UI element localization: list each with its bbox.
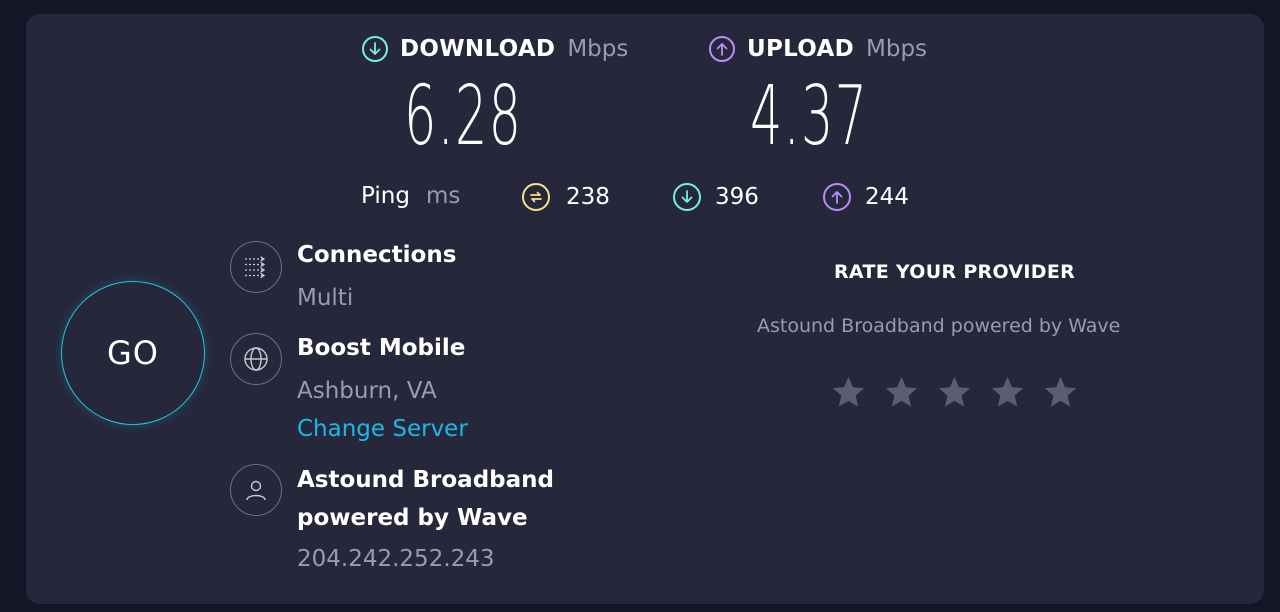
- connections-icon[interactable]: [230, 241, 282, 293]
- speedtest-panel: [26, 14, 1264, 604]
- ping-idle-value: 238: [566, 184, 610, 210]
- star-1-icon[interactable]: [830, 374, 867, 411]
- star-5-icon[interactable]: [1042, 374, 1079, 411]
- ping-label: Ping: [361, 183, 410, 209]
- change-server-link[interactable]: Change Server: [297, 416, 468, 442]
- server-name: Boost Mobile: [297, 335, 466, 361]
- upload-label: UPLOAD: [747, 36, 854, 62]
- ping-unit: ms: [425, 183, 461, 209]
- server-location: Ashburn, VA: [297, 378, 437, 404]
- provider-ip: 204.242.252.243: [297, 546, 495, 572]
- star-4-icon[interactable]: [989, 374, 1026, 411]
- ping-row: Ping ms: [361, 183, 460, 209]
- upload-arrow-icon: [709, 36, 735, 62]
- user-icon: [230, 464, 282, 516]
- provider-line1: Astound Broadband: [297, 467, 554, 493]
- ping-upload-value: 244: [865, 184, 909, 210]
- upload-header: UPLOAD Mbps: [709, 36, 927, 62]
- download-latency-icon: [673, 183, 701, 211]
- ping-download-value: 396: [715, 184, 759, 210]
- star-3-icon[interactable]: [936, 374, 973, 411]
- ping-idle: 238: [522, 183, 610, 211]
- download-header: DOWNLOAD Mbps: [362, 36, 628, 62]
- connections-value: Multi: [297, 285, 354, 311]
- star-rating: [830, 374, 1079, 411]
- download-unit: Mbps: [567, 36, 629, 62]
- provider-line2: powered by Wave: [297, 505, 528, 531]
- ping-download: 396: [673, 183, 759, 211]
- ping-upload: 244: [823, 183, 909, 211]
- download-label: DOWNLOAD: [400, 36, 556, 62]
- rate-provider-title: RATE YOUR PROVIDER: [834, 261, 1076, 283]
- idle-latency-icon: [522, 183, 550, 211]
- connections-title: Connections: [297, 242, 457, 268]
- star-2-icon[interactable]: [883, 374, 920, 411]
- download-arrow-icon: [362, 36, 388, 62]
- upload-value: 4.37: [750, 69, 869, 164]
- rate-provider-name: Astound Broadband powered by Wave: [757, 315, 1121, 337]
- download-value: 6.28: [404, 69, 523, 164]
- go-button[interactable]: GO: [61, 281, 205, 425]
- globe-icon: [230, 333, 282, 385]
- upload-unit: Mbps: [866, 36, 928, 62]
- upload-latency-icon: [823, 183, 851, 211]
